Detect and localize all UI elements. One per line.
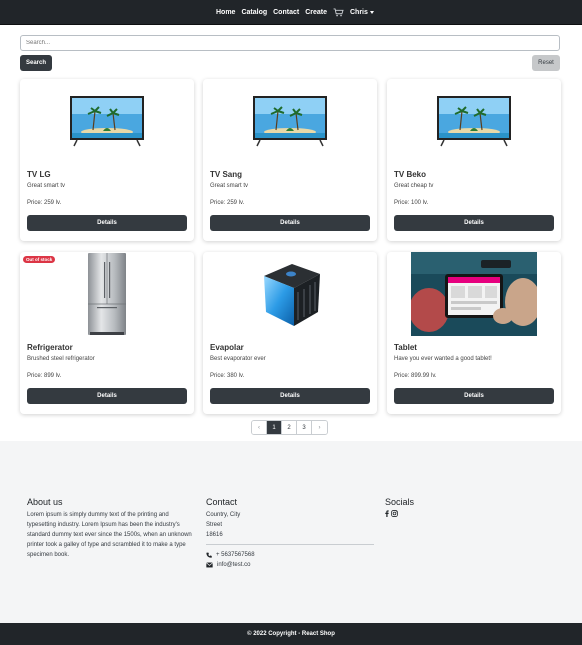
pagination-prev[interactable]: ‹ (252, 421, 267, 434)
contact-street: Street (206, 522, 223, 528)
tv-image (70, 96, 144, 147)
product-description: Great smart tv (27, 183, 66, 189)
chevron-down-icon (369, 11, 374, 14)
product-price: Price: 899 lv. (27, 373, 62, 379)
product-card: TV Sang Great smart tv Price: 259 lv. De… (203, 79, 377, 241)
product-title: TV LG (27, 170, 51, 179)
product-image (387, 252, 561, 336)
product-image (203, 79, 377, 163)
social-icons (385, 510, 555, 517)
product-title: Refrigerator (27, 343, 73, 352)
footer: About us Lorem ipsum is simply dummy tex… (0, 441, 582, 623)
product-price: Price: 259 lv. (210, 200, 245, 206)
footer-about: About us Lorem ipsum is simply dummy tex… (27, 497, 192, 560)
copyright-bar: © 2022 Copyright - React Shop (0, 623, 582, 645)
product-price: Price: 259 lv. (27, 200, 62, 206)
product-price: Price: 899.99 lv. (394, 373, 437, 379)
product-card: Evapolar Best evaporator ever Price: 380… (203, 252, 377, 414)
contact-country: Country, City (206, 512, 241, 518)
instagram-icon[interactable] (391, 510, 398, 517)
details-button[interactable]: Details (210, 215, 370, 231)
details-button[interactable]: Details (27, 215, 187, 231)
product-price: Price: 380 lv. (210, 373, 245, 379)
product-image (20, 79, 194, 163)
product-image (387, 79, 561, 163)
about-heading: About us (27, 497, 63, 507)
pagination: ‹ 1 2 3 › (251, 420, 328, 435)
envelope-icon (206, 562, 213, 568)
facebook-icon[interactable] (385, 510, 389, 517)
product-card: Tablet Have you ever wanted a good table… (387, 252, 561, 414)
nav-link-contact[interactable]: Contact (273, 9, 299, 16)
product-title: Tablet (394, 343, 417, 352)
tablet-image (411, 252, 537, 336)
product-title: Evapolar (210, 343, 244, 352)
nav-link-home[interactable]: Home (216, 9, 235, 16)
details-button[interactable]: Details (27, 388, 187, 404)
refrigerator-image (88, 253, 126, 335)
status-badge: Out of stock (23, 256, 56, 263)
pagination-page-1[interactable]: 1 (267, 421, 282, 434)
user-name: Chris (349, 9, 368, 16)
user-menu[interactable]: Chris (350, 9, 374, 16)
details-button[interactable]: Details (210, 388, 370, 404)
footer-contact: Contact Country, City Street 18616 + 563… (206, 497, 376, 570)
phone-icon (206, 552, 212, 558)
details-button[interactable]: Details (394, 388, 554, 404)
product-description: Great smart tv (210, 183, 249, 189)
product-title: TV Beko (394, 170, 427, 179)
tv-image (437, 96, 511, 147)
tv-image (253, 96, 327, 147)
contact-heading: Contact (206, 497, 238, 507)
product-image (20, 252, 194, 336)
product-card: TV LG Great smart tv Price: 259 lv. Deta… (20, 79, 194, 241)
product-image (203, 252, 377, 336)
reset-button[interactable]: Reset (532, 55, 560, 71)
cart-icon[interactable] (333, 8, 344, 17)
pagination-next[interactable]: › (312, 421, 327, 434)
about-text: Lorem ipsum is simply dummy text of the … (27, 512, 192, 558)
contact-phone: + 5637567568 (216, 552, 255, 558)
product-description: Great cheap tv (394, 183, 434, 189)
pagination-page-3[interactable]: 3 (297, 421, 312, 434)
contact-phone-row: + 5637567568 (206, 550, 376, 560)
navbar: Home Catalog Contact Create Chris (0, 0, 582, 25)
pagination-page-2[interactable]: 2 (282, 421, 297, 434)
product-description: Best evaporator ever (210, 356, 266, 362)
contact-zip: 18616 (206, 532, 223, 538)
nav-links: Home Catalog Contact Create Chris (216, 0, 374, 25)
nav-link-create[interactable]: Create (305, 9, 327, 16)
product-card: Out of stock Refrigerator Brushed steel … (20, 252, 194, 414)
divider (206, 544, 374, 545)
socials-heading: Socials (385, 497, 415, 507)
nav-link-catalog[interactable]: Catalog (241, 9, 267, 16)
contact-email-row: info@test.co (206, 560, 376, 570)
product-title: TV Sang (210, 170, 243, 179)
evaporator-image (264, 264, 320, 326)
product-description: Have you ever wanted a good tablet! (394, 356, 492, 362)
details-button[interactable]: Details (394, 215, 554, 231)
product-description: Brushed steel refrigerator (27, 356, 95, 362)
search-button[interactable]: Search (20, 55, 52, 71)
footer-socials: Socials (385, 497, 555, 517)
product-card: TV Beko Great cheap tv Price: 100 lv. De… (387, 79, 561, 241)
search-input[interactable] (20, 35, 560, 51)
contact-email[interactable]: info@test.co (217, 560, 250, 570)
product-price: Price: 100 lv. (394, 200, 429, 206)
